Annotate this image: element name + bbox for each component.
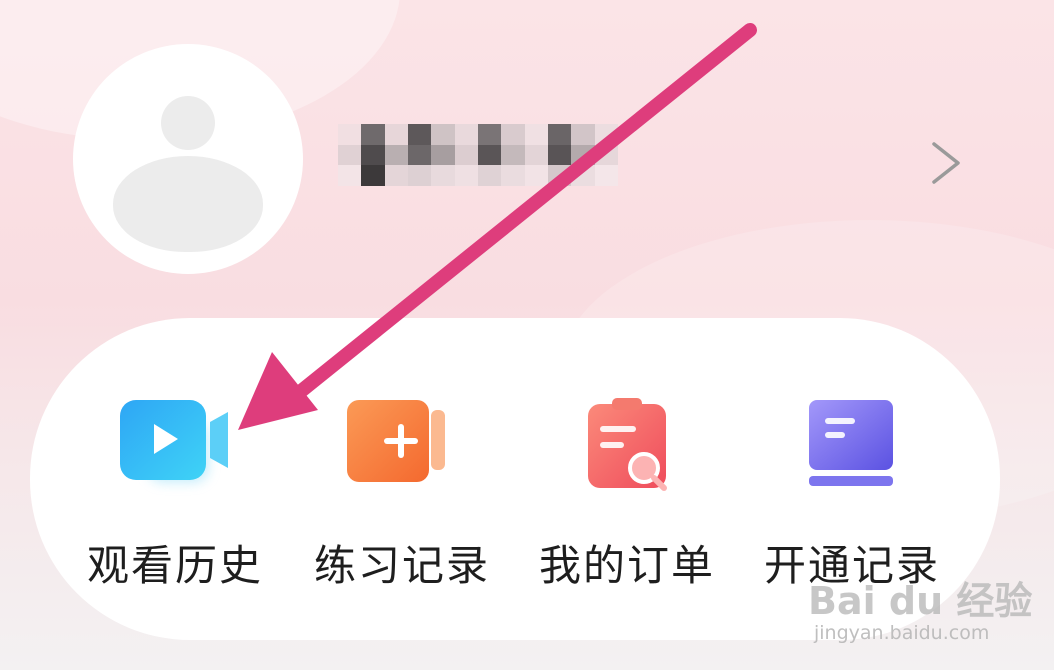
- book-stack-icon: [797, 398, 907, 498]
- shortcut-subscription-record[interactable]: 开通记录: [757, 398, 947, 598]
- blur-pixel: [384, 144, 408, 166]
- blur-pixel: [361, 165, 385, 186]
- shortcut-practice-record[interactable]: 练习记录: [307, 398, 497, 598]
- avatar[interactable]: [73, 44, 303, 274]
- blur-pixel: [431, 124, 455, 145]
- blur-pixel: [524, 165, 548, 186]
- watermark-url: jingyan.baidu.com: [814, 622, 990, 644]
- blur-pixel: [548, 144, 572, 166]
- chevron-right-icon[interactable]: [928, 140, 968, 186]
- shortcut-watch-history[interactable]: 观看历史: [80, 398, 270, 598]
- blur-pixel: [501, 124, 525, 145]
- video-camera-icon: [120, 398, 230, 498]
- blur-pixel: [594, 144, 618, 166]
- blur-pixel: [408, 144, 432, 166]
- blur-pixel: [384, 124, 408, 145]
- shortcut-my-orders[interactable]: 我的订单: [532, 398, 722, 598]
- blur-pixel: [338, 124, 362, 145]
- clipboard-search-icon: [572, 398, 682, 498]
- plus-document-icon: [347, 398, 457, 498]
- shortcut-label: 练习记录: [313, 541, 490, 590]
- blur-pixel: [571, 144, 595, 166]
- blur-pixel: [571, 124, 595, 145]
- blur-pixel: [408, 124, 432, 145]
- blur-pixel: [501, 165, 525, 186]
- baidu-watermark: Bai du 经验 jingyan.baidu.com: [808, 570, 1032, 660]
- blur-pixel: [361, 144, 385, 166]
- blur-pixel: [454, 165, 478, 186]
- blur-pixel: [548, 165, 572, 186]
- blur-pixel: [501, 144, 525, 166]
- blur-pixel: [431, 165, 455, 186]
- blur-pixel: [338, 144, 362, 166]
- blur-pixel: [454, 124, 478, 145]
- shortcut-label: 观看历史: [86, 541, 263, 590]
- avatar-head: [161, 96, 215, 150]
- blur-pixel: [594, 165, 618, 186]
- username-blurred[interactable]: [338, 124, 618, 186]
- blur-pixel: [408, 165, 432, 186]
- blur-pixel: [524, 144, 548, 166]
- blur-pixel: [454, 144, 478, 166]
- blur-pixel: [594, 124, 618, 145]
- blur-pixel: [478, 144, 502, 166]
- shortcut-label: 我的订单: [538, 541, 715, 590]
- blur-pixel: [361, 124, 385, 145]
- blur-pixel: [524, 124, 548, 145]
- profile-screen: 观看历史 练习记录 我的订单 开通记录 Bai du 经验 jingyan.ba…: [0, 0, 1054, 670]
- watermark-logo: Bai du 经验: [808, 579, 1033, 623]
- blur-pixel: [548, 124, 572, 145]
- blur-pixel: [571, 165, 595, 186]
- blur-pixel: [431, 144, 455, 166]
- avatar-body: [113, 156, 263, 252]
- blur-pixel: [478, 165, 502, 186]
- blur-pixel: [338, 165, 362, 186]
- blur-pixel: [478, 124, 502, 145]
- blur-pixel: [384, 165, 408, 186]
